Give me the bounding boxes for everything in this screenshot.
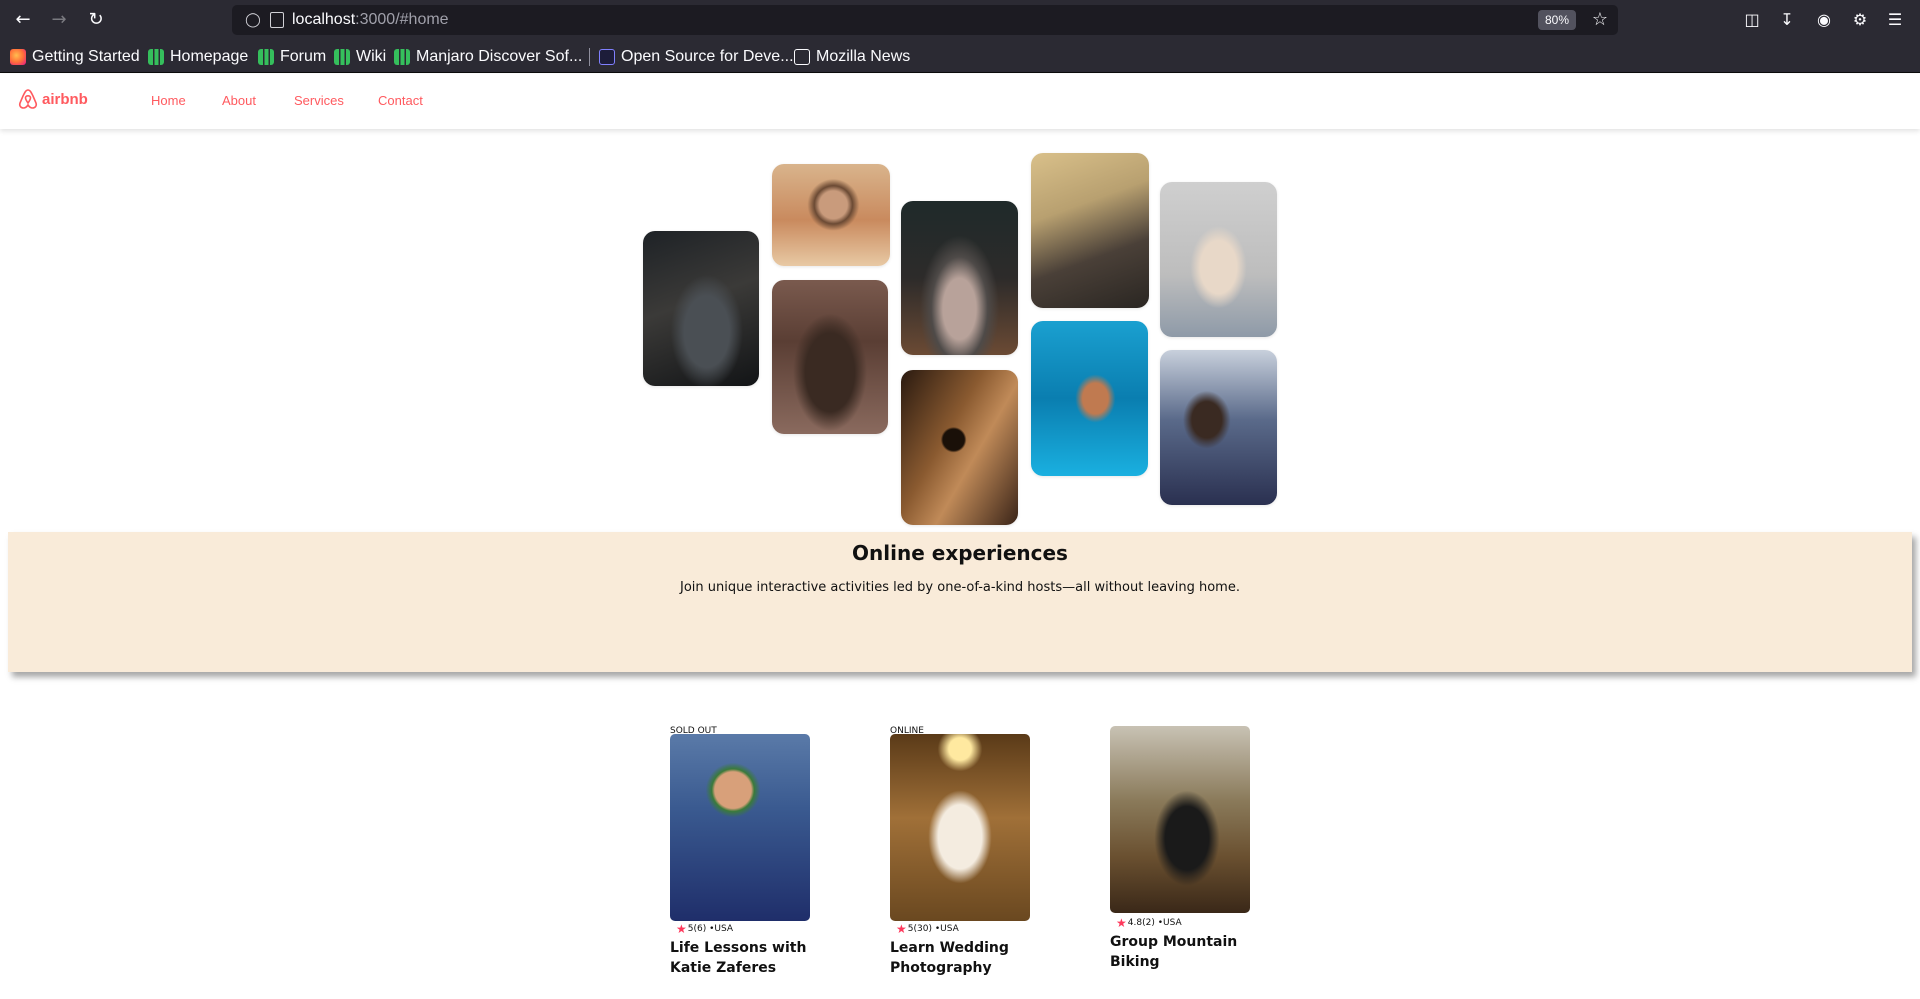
bookmarks-toolbar: Getting Started Homepage Forum Wiki Manj… xyxy=(0,40,1920,73)
address-bar[interactable]: ◯ localhost:3000/#home 80% ☆ xyxy=(232,5,1618,35)
photo-yoga xyxy=(1160,182,1277,337)
hero-section: Online experiences Join unique interacti… xyxy=(8,532,1912,672)
airbnb-belo-icon xyxy=(18,89,38,109)
bookmark-label: Homepage xyxy=(170,48,249,65)
bookmark-mozilla-news[interactable]: Mozilla News xyxy=(794,46,910,68)
photo-swimmer xyxy=(1031,321,1148,476)
manjaro-icon xyxy=(148,49,164,65)
url-text[interactable]: localhost:3000/#home xyxy=(292,10,449,30)
nav-link-contact[interactable]: Contact xyxy=(378,93,423,108)
bookmark-forum[interactable]: Forum xyxy=(258,46,326,68)
star-icon: ★ xyxy=(1116,916,1127,930)
card-photo-athlete xyxy=(670,734,810,921)
nav-link-home[interactable]: Home xyxy=(151,93,186,108)
globe-icon xyxy=(794,49,810,65)
card-location: •USA xyxy=(934,924,959,934)
bookmark-separator xyxy=(589,48,590,66)
reload-icon[interactable]: ↻ xyxy=(84,8,108,32)
url-host: localhost xyxy=(292,11,356,28)
nav-link-about[interactable]: About xyxy=(222,93,256,108)
card-title: Life Lessons with Katie Zaferes xyxy=(670,940,807,976)
photo-food-bowl xyxy=(901,201,1018,355)
bookmark-star-icon[interactable]: ☆ xyxy=(1592,8,1608,32)
page-icon[interactable] xyxy=(270,12,284,28)
manjaro-icon xyxy=(258,49,274,65)
card-photo-mountain-bike xyxy=(1110,726,1250,913)
photo-singer xyxy=(1160,350,1277,505)
bookmark-open-source[interactable]: Open Source for Deve... xyxy=(599,46,794,68)
manjaro-icon xyxy=(394,49,410,65)
photo-dancer-doorway xyxy=(772,280,888,434)
card-stats: ★ 5 (30) •USA xyxy=(896,922,959,936)
card-title: Learn Wedding Photography xyxy=(890,940,1009,976)
photo-microphone-piano xyxy=(1031,153,1149,308)
photo-guitar xyxy=(901,370,1018,525)
card-reviews: (30) xyxy=(913,924,932,934)
firefox-icon xyxy=(10,49,26,65)
bookmark-label: Mozilla News xyxy=(816,48,911,65)
bookmark-label: Forum xyxy=(280,48,327,65)
nav-link-services[interactable]: Services xyxy=(294,93,344,108)
opensource-icon xyxy=(599,49,615,65)
web-page: airbnb Home About Services Contact Onlin… xyxy=(0,74,1920,999)
browser-toolbar: ← → ↻ ◯ localhost:3000/#home 80% ☆ ◫ ↧ ◉… xyxy=(0,0,1920,40)
star-icon: ★ xyxy=(896,922,907,936)
site-navbar: airbnb Home About Services Contact xyxy=(0,74,1920,129)
bookmark-wiki[interactable]: Wiki xyxy=(334,46,386,68)
hero-title: Online experiences xyxy=(852,541,1068,565)
star-icon: ★ xyxy=(676,922,687,936)
download-icon[interactable]: ↧ xyxy=(1775,8,1799,32)
manjaro-icon xyxy=(334,49,350,65)
back-arrow-icon[interactable]: ← xyxy=(11,8,35,32)
card-reviews: (2) xyxy=(1142,918,1155,928)
card-reviews: (6) xyxy=(693,924,707,934)
card-rating: 4.8 xyxy=(1127,918,1143,928)
hero-subtitle: Join unique interactive activities led b… xyxy=(680,580,1240,595)
bookmark-getting-started[interactable]: Getting Started xyxy=(10,46,140,68)
account-icon[interactable]: ◉ xyxy=(1812,8,1836,32)
airbnb-logo[interactable]: airbnb xyxy=(18,88,88,110)
card-title: Group Mountain Biking xyxy=(1110,934,1238,970)
bookmark-label: Wiki xyxy=(356,48,387,65)
card-photo-bride xyxy=(890,734,1030,921)
bookmark-label: Manjaro Discover Sof... xyxy=(416,48,583,65)
zoom-level-button[interactable]: 80% xyxy=(1537,10,1576,30)
url-path: :3000/#home xyxy=(355,11,449,28)
menu-hamburger-icon[interactable]: ☰ xyxy=(1883,8,1907,32)
photo-cooking-pots xyxy=(643,231,759,386)
bookmark-homepage[interactable]: Homepage xyxy=(148,46,248,68)
shield-icon[interactable]: ◯ xyxy=(244,11,262,29)
forward-arrow-icon[interactable]: → xyxy=(47,8,71,32)
logo-text: airbnb xyxy=(42,90,88,108)
photo-woman-smiling xyxy=(772,164,890,266)
bookmark-label: Getting Started xyxy=(32,48,140,65)
bookmark-label: Open Source for Deve... xyxy=(621,48,794,65)
card-location: •USA xyxy=(1157,918,1182,928)
bookmark-manjaro-discover[interactable]: Manjaro Discover Sof... xyxy=(394,46,582,68)
card-location: •USA xyxy=(709,924,734,934)
pocket-icon[interactable]: ◫ xyxy=(1740,8,1764,32)
card-stats: ★ 5 (6) •USA xyxy=(676,922,733,936)
card-stats: ★ 4.8 (2) •USA xyxy=(1116,916,1182,930)
extensions-icon[interactable]: ⚙ xyxy=(1848,8,1872,32)
